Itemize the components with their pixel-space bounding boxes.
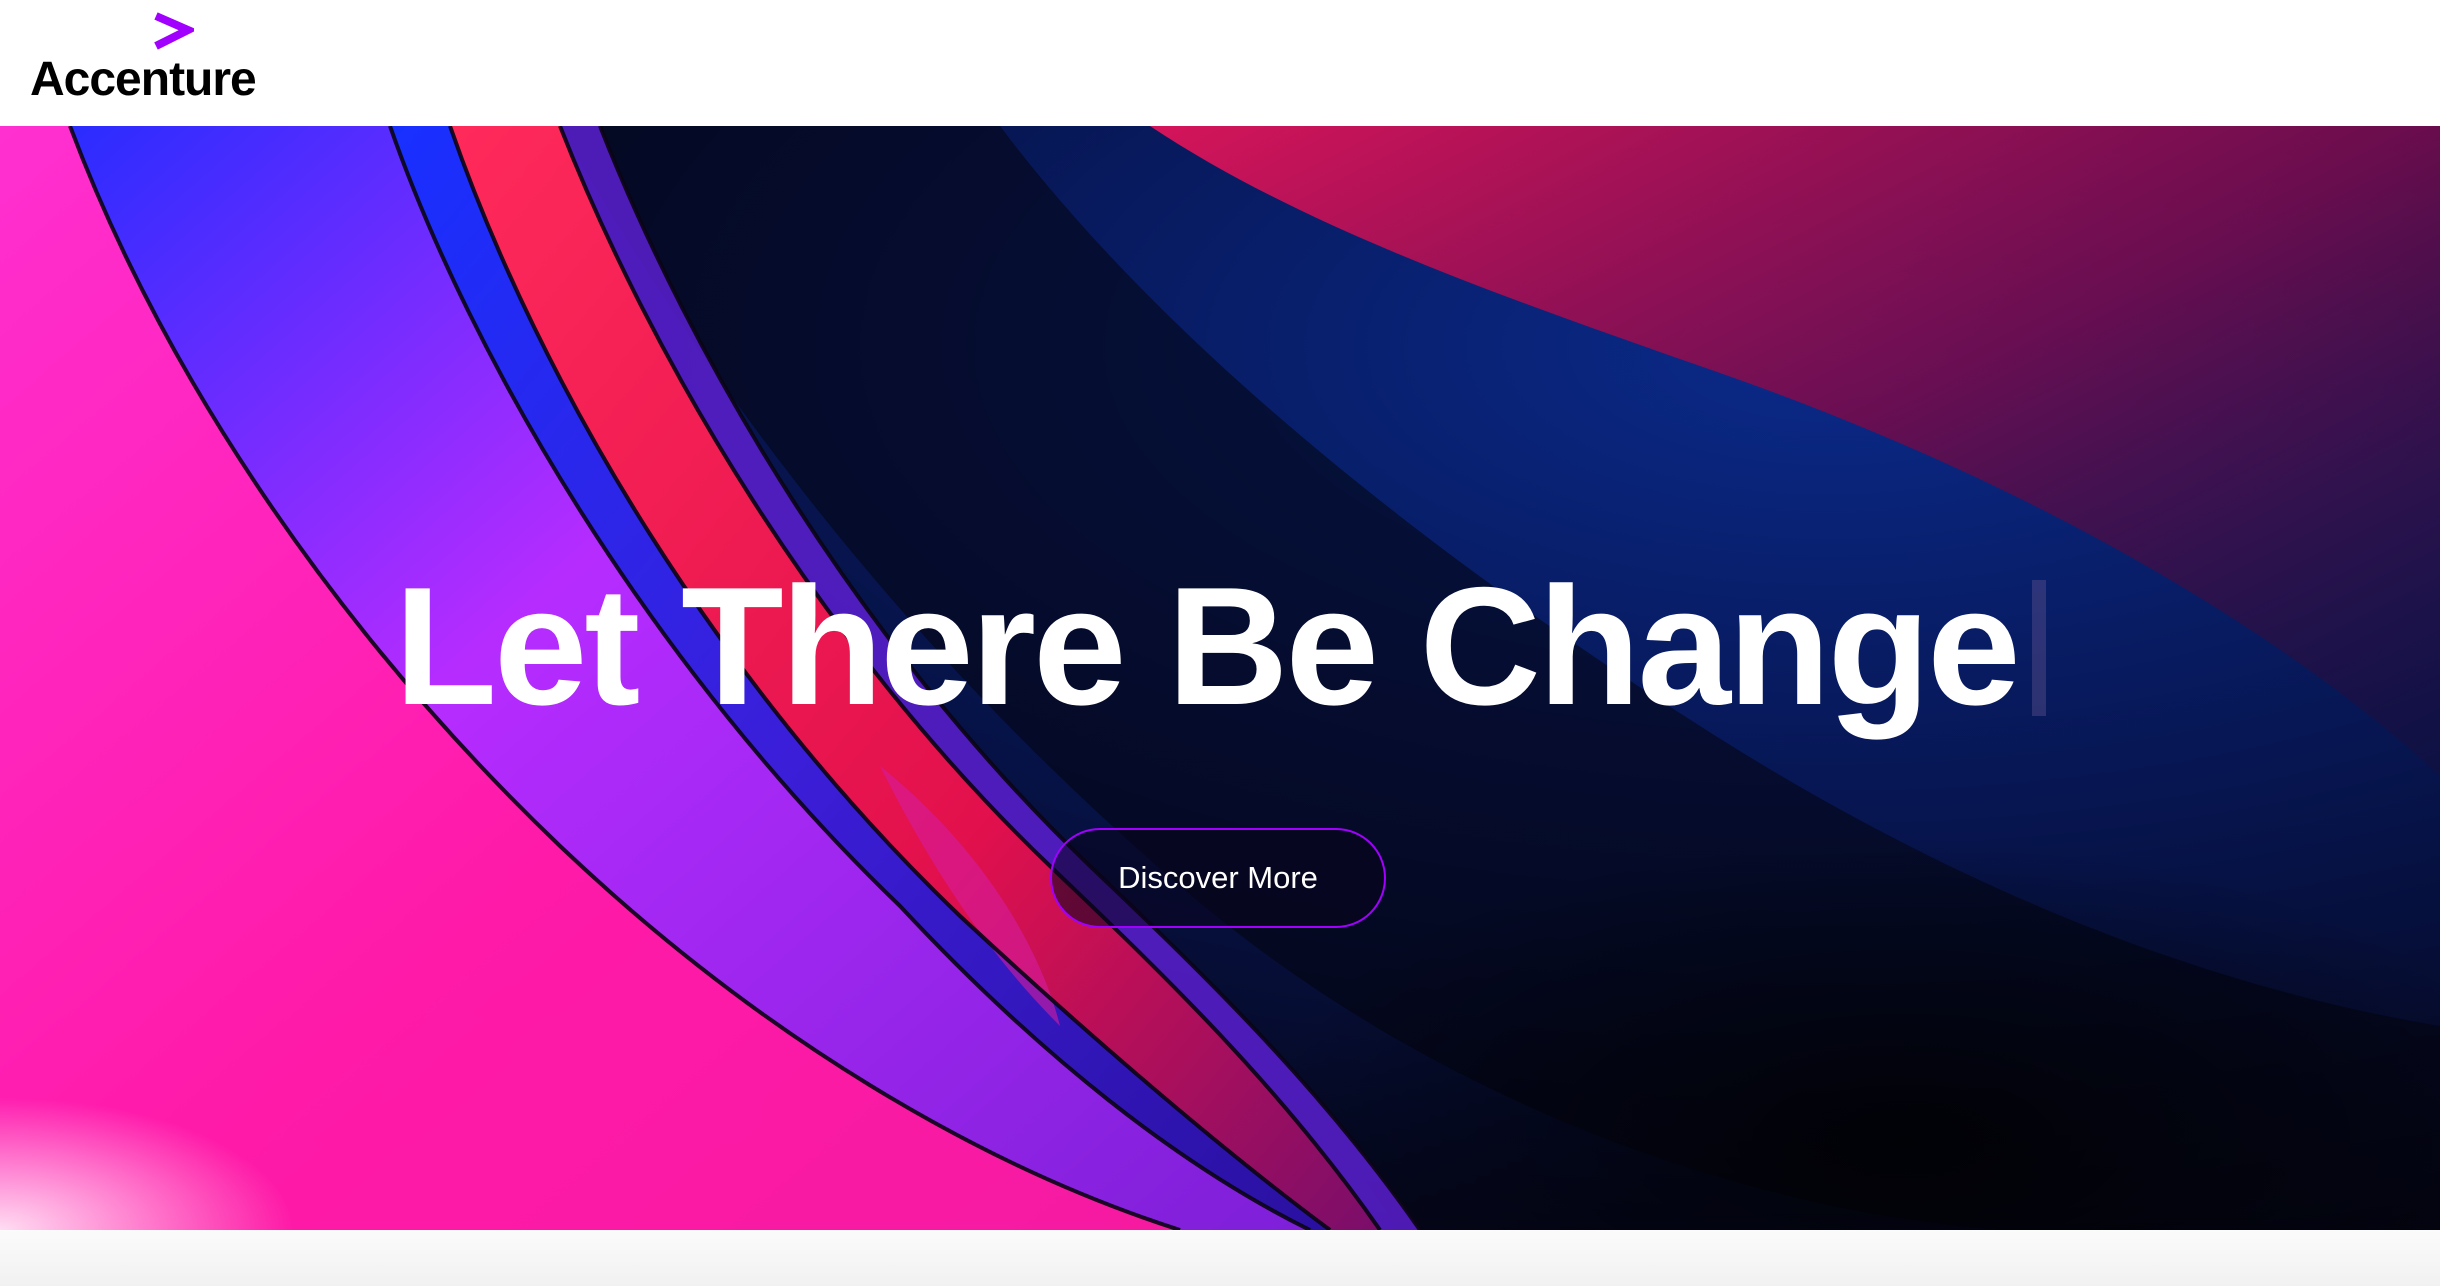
page-content-edge: [0, 1230, 2440, 1286]
site-header: Accenture: [0, 0, 2440, 126]
accenture-logo[interactable]: Accenture: [30, 12, 260, 112]
discover-more-button[interactable]: Discover More: [1050, 828, 1386, 928]
hero-banner: Let There Be Change Discover More: [0, 126, 2440, 1230]
accenture-chevron-icon: [154, 12, 194, 50]
hero-headline: Let There Be Change: [394, 552, 2020, 740]
hero-headline-container: Let There Be Change: [0, 546, 2440, 748]
logo-wordmark: Accenture: [30, 53, 257, 106]
typing-cursor: [2031, 580, 2046, 716]
